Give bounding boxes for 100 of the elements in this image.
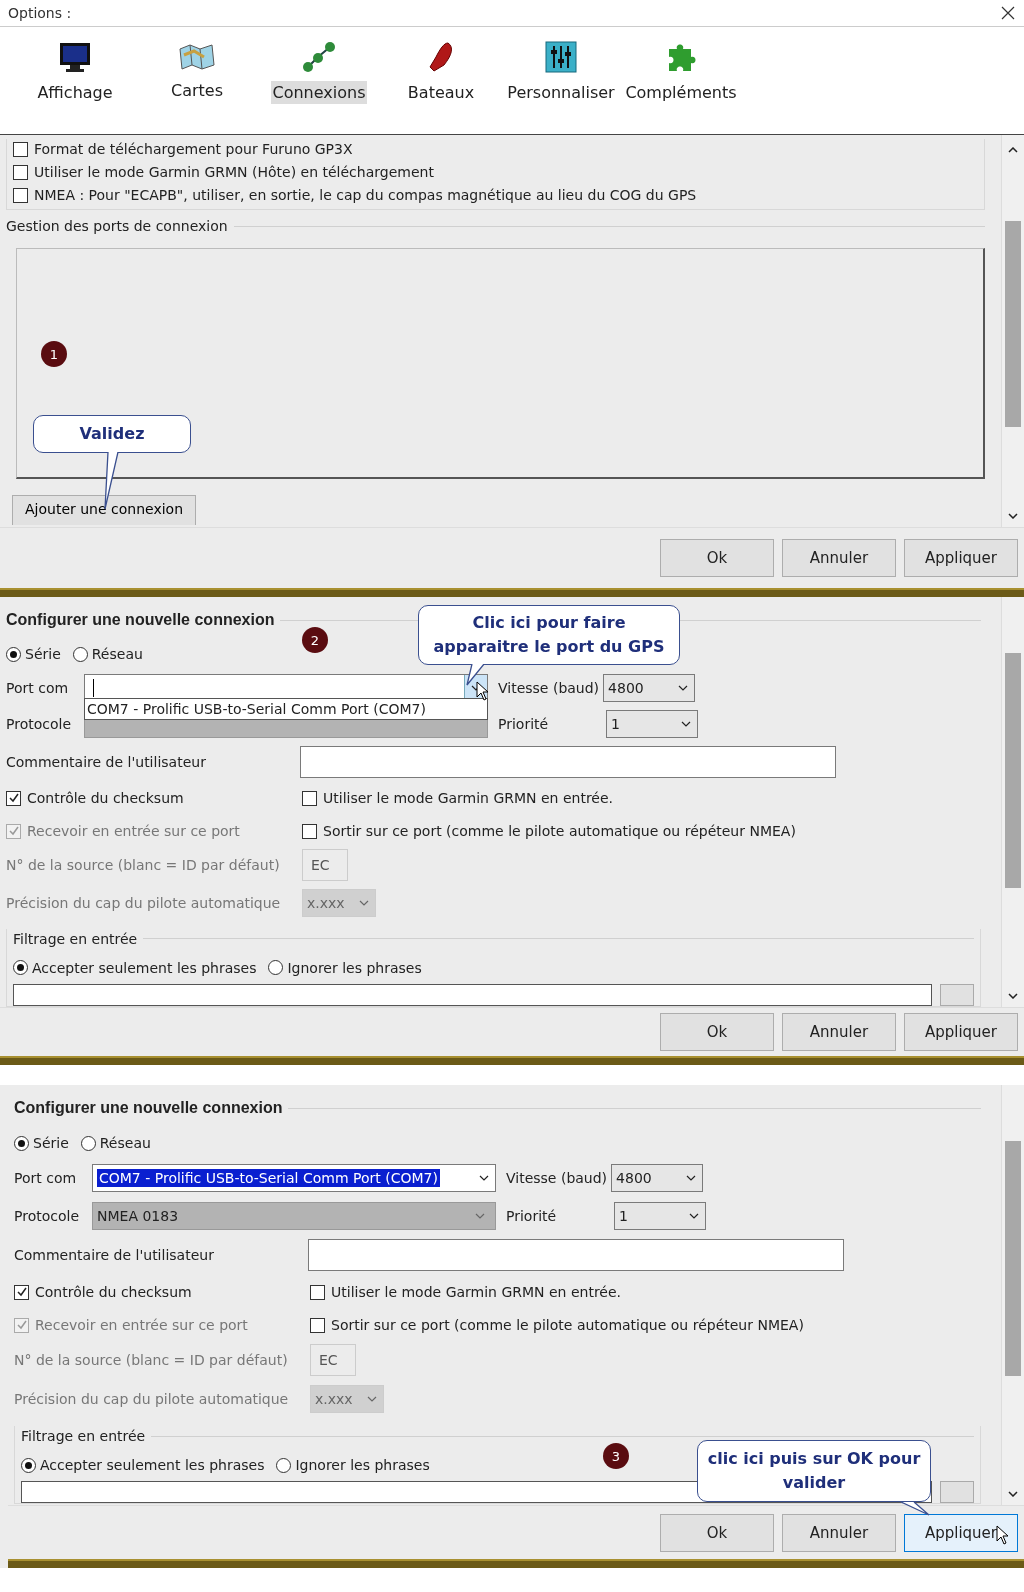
checkbox[interactable] <box>310 1317 325 1333</box>
checkbox-label: Utiliser le mode Garmin GRMN en entrée. <box>323 790 614 807</box>
dialog-button[interactable]: Ok <box>660 1013 774 1052</box>
radio-label: Accepter seulement les phrases <box>32 960 257 976</box>
checkbox-label: NMEA : Pour "ECAPB", utiliser, en sortie, le cap du compas magnétique au lieu du COG du GPS <box>34 187 697 203</box>
chevron-icon[interactable] <box>681 721 691 728</box>
sliders-icon <box>545 41 577 73</box>
radio-button[interactable] <box>80 1135 96 1151</box>
checkbox[interactable] <box>302 790 317 806</box>
dialog-button[interactable]: Ok <box>660 539 774 577</box>
toolbar-tab[interactable]: Connexions <box>270 81 368 104</box>
dialog-button[interactable]: Ok <box>660 1513 774 1552</box>
nodes-icon <box>302 41 336 73</box>
checkbox-label: Contrôle du checksum <box>27 790 184 807</box>
section-title: Configurer une nouvelle connexion <box>14 1099 283 1117</box>
radio-label: Réseau <box>99 1135 151 1151</box>
scrollbar-thumb[interactable] <box>1005 221 1021 427</box>
checkbox-label: Sortir sur ce port (comme le pilote automatique ou répéteur NMEA) <box>331 1317 804 1333</box>
step-marker: 3 <box>603 1443 629 1469</box>
checkbox-label: Recevoir en entrée sur ce port <box>27 823 240 840</box>
cursor-icon <box>996 1525 1010 1545</box>
field-label: Vitesse (baud) <box>506 1170 608 1186</box>
chevron-icon[interactable] <box>686 1175 697 1181</box>
monitor-icon <box>58 41 92 73</box>
scrollbar[interactable] <box>1001 1085 1024 1505</box>
add-connection-button[interactable]: Ajouter une connexion <box>12 495 196 525</box>
priority-dropdown[interactable]: 1 <box>614 1202 706 1230</box>
scroll-down-icon[interactable] <box>1008 993 1018 999</box>
checkbox[interactable] <box>6 790 21 806</box>
field-label: Vitesse (baud) <box>498 679 600 696</box>
dialog-button[interactable]: Annuler <box>782 1013 896 1052</box>
radio-button[interactable] <box>72 646 88 662</box>
toolbar-tab[interactable]: Compléments <box>623 81 739 104</box>
checkbox-label: Sortir sur ce port (comme le pilote automatique ou répéteur NMEA) <box>323 823 796 840</box>
field-label: Port com <box>14 1170 78 1186</box>
toolbar-tab[interactable]: Cartes <box>169 79 225 102</box>
chevron-icon[interactable] <box>479 1175 489 1181</box>
scroll-down-icon[interactable] <box>1008 513 1018 519</box>
callout: Validez <box>33 415 191 453</box>
radio-label: Accepter seulement les phrases <box>40 1457 265 1473</box>
callout-pointer <box>466 664 486 686</box>
speed-dropdown[interactable]: 4800 <box>611 1164 704 1192</box>
field-label: Précision du cap du pilote automatique <box>14 1391 290 1407</box>
radio-button[interactable] <box>13 960 28 976</box>
radio-label: Ignorer les phrases <box>295 1457 430 1473</box>
comment-field[interactable] <box>308 1239 844 1271</box>
speed-dropdown[interactable]: 4800 <box>603 673 696 702</box>
chevron-icon[interactable] <box>678 684 689 691</box>
radio-button[interactable] <box>14 1135 29 1151</box>
section-title: Configurer une nouvelle connexion <box>6 611 275 629</box>
dialog-button[interactable]: Appliquer <box>904 1013 1018 1052</box>
field-label: Priorité <box>506 1208 558 1224</box>
field-label: Protocole <box>14 1208 81 1224</box>
dropdown-item[interactable]: COM7 - Prolific USB-to-Serial Comm Port (COM7) <box>87 701 426 717</box>
comment-field[interactable] <box>300 745 836 778</box>
sentence-list[interactable] <box>13 984 932 1006</box>
checkbox[interactable] <box>13 164 28 180</box>
scroll-up-icon[interactable] <box>1008 147 1018 153</box>
checkbox-label: Contrôle du checksum <box>35 1284 192 1300</box>
scrollbar-thumb[interactable] <box>1005 1141 1021 1376</box>
field-label: N° de la source (blanc = ID par défaut) <box>6 857 281 874</box>
priority-dropdown[interactable]: 1 <box>606 710 698 739</box>
dialog-button[interactable]: Appliquer <box>904 539 1018 577</box>
checkbox-label: Utiliser le mode Garmin GRMN en entrée. <box>331 1284 622 1300</box>
checkbox-label: Recevoir en entrée sur ce port <box>35 1317 248 1333</box>
chevron-icon[interactable] <box>689 1213 699 1219</box>
checkbox[interactable] <box>13 187 28 203</box>
close-icon[interactable] <box>1000 5 1016 21</box>
checkbox[interactable] <box>310 1284 325 1300</box>
callout-tooltip: Clic ici pour faire apparaitre le port du GPS <box>418 605 680 665</box>
callout-pointer <box>900 1502 930 1516</box>
radio-button[interactable] <box>276 1457 292 1473</box>
dialog-button[interactable]: Annuler <box>782 1513 896 1552</box>
field-label: Commentaire de l'utilisateur <box>14 1247 215 1263</box>
radio-label: Ignorer les phrases <box>287 960 422 976</box>
port-dropdown[interactable]: COM7 - Prolific USB-to-Serial Comm Port (COM7) <box>92 1164 496 1192</box>
checkbox-label: Utiliser le mode Garmin GRMN (Hôte) en téléchargement <box>34 164 434 180</box>
radio-button[interactable] <box>268 960 284 976</box>
toolbar-tab[interactable]: Affichage <box>35 81 115 104</box>
group-title: Filtrage en entrée <box>21 1428 146 1444</box>
scrollbar-thumb[interactable] <box>1005 653 1021 888</box>
checkbox[interactable] <box>14 1284 29 1300</box>
dialog-button[interactable]: Annuler <box>782 539 896 577</box>
scrollbar[interactable] <box>1001 597 1024 1007</box>
protocol-dropdown[interactable]: NMEA 0183 <box>92 1202 496 1230</box>
scrollbar[interactable] <box>1001 135 1024 527</box>
field-label: Précision du cap du pilote automatique <box>6 894 282 911</box>
checkbox[interactable] <box>302 823 317 839</box>
toolbar-tab[interactable]: Personnaliser <box>505 81 617 104</box>
radio-label: Série <box>33 1135 69 1151</box>
radio-button[interactable] <box>21 1457 36 1473</box>
map-icon <box>178 41 216 71</box>
radio-button[interactable] <box>6 646 21 662</box>
group-title: Gestion des ports de connexion <box>6 218 228 234</box>
checkbox[interactable] <box>13 141 28 157</box>
field-label: Protocole <box>6 716 73 733</box>
field-label: N° de la source (blanc = ID par défaut) <box>14 1352 289 1368</box>
scroll-down-icon[interactable] <box>1008 1491 1018 1497</box>
radio-label: Réseau <box>91 646 143 663</box>
toolbar-tab[interactable]: Bateaux <box>405 81 477 104</box>
